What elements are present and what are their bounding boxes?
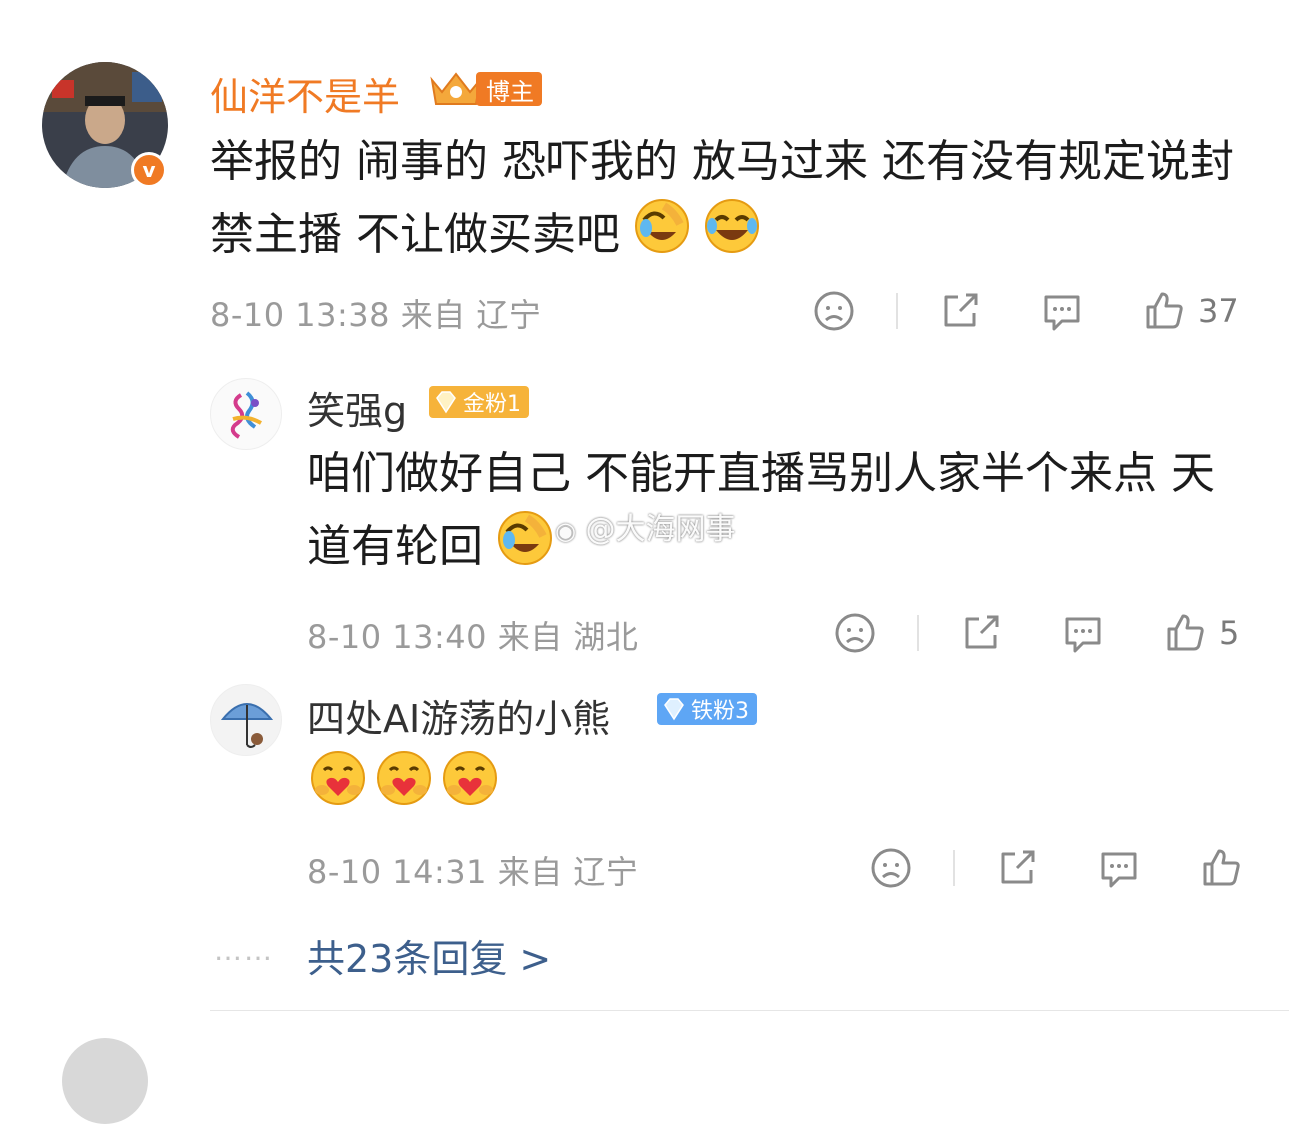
laugh-cry-emoji — [634, 198, 690, 276]
reply-meta: 8-10 14:31 来自 辽宁 — [307, 853, 639, 891]
divider-line — [210, 1010, 1289, 1011]
divider — [953, 850, 955, 886]
reply-avatar[interactable] — [210, 684, 282, 756]
verified-badge: v — [131, 152, 167, 188]
sad-face-icon — [835, 613, 875, 653]
author-badge-label: 博主 — [476, 72, 542, 106]
gold-diamond-icon — [436, 391, 456, 414]
iron-diamond-icon — [664, 698, 684, 721]
weibo-logo-icon: ◉ — [555, 517, 576, 545]
fan-badge: 金粉1 — [429, 386, 529, 418]
sad-face-icon — [814, 291, 854, 331]
hug-emoji — [442, 750, 498, 810]
laugh-cry-emoji — [497, 510, 553, 588]
reply-author-name[interactable]: 四处AI游荡的小熊 — [307, 688, 610, 743]
sad-face-icon — [871, 848, 911, 888]
next-avatar[interactable] — [62, 1038, 148, 1124]
reply-text: 咱们做好自己 不能开直播骂别人家半个来点 天道有轮回 — [307, 438, 1257, 588]
author-badge: 博主 — [428, 70, 542, 108]
like-button[interactable] — [1163, 611, 1207, 655]
reply-avatar[interactable] — [210, 378, 282, 450]
hug-emoji — [376, 750, 432, 810]
divider — [917, 615, 919, 651]
laugh-cry-emoji — [704, 198, 760, 276]
share-button[interactable] — [995, 846, 1039, 890]
share-button[interactable] — [938, 289, 982, 333]
reply-button[interactable] — [1040, 289, 1084, 333]
more-dots: …… — [214, 934, 274, 967]
dislike-button[interactable] — [833, 611, 877, 655]
author-name[interactable]: 仙洋不是羊 — [210, 66, 400, 121]
share-icon — [944, 293, 978, 327]
share-icon — [965, 615, 999, 649]
like-count: 5 — [1219, 614, 1240, 652]
divider — [896, 293, 898, 329]
comment-actions: 37 — [812, 287, 1239, 335]
comment-text: 举报的 闹事的 恐吓我的 放马过来 还有没有规定说封禁主播 不让做买卖吧 — [210, 126, 1240, 276]
like-icon — [1167, 614, 1204, 651]
like-button[interactable] — [1142, 289, 1186, 333]
reply-button[interactable] — [1097, 846, 1141, 890]
comment-meta: 8-10 13:38 来自 辽宁 — [210, 296, 542, 334]
reply-author-name[interactable]: 笑强g — [307, 380, 407, 435]
watermark: ◉ @大海网事 — [555, 512, 736, 547]
like-button[interactable] — [1199, 846, 1243, 890]
like-count: 37 — [1198, 292, 1239, 330]
like-icon — [1146, 292, 1183, 329]
share-icon — [1001, 850, 1035, 884]
reply-emoji-row — [310, 750, 498, 810]
comment-icon — [1065, 617, 1101, 653]
reply-button[interactable] — [1061, 611, 1105, 655]
more-replies-link[interactable]: 共23条回复 > — [307, 928, 551, 983]
reply-meta: 8-10 13:40 来自 湖北 — [307, 618, 639, 656]
fan-badge: 铁粉3 — [657, 693, 757, 725]
hug-emoji — [310, 750, 366, 810]
dislike-button[interactable] — [869, 846, 913, 890]
reply-actions: 5 — [833, 609, 1239, 657]
dislike-button[interactable] — [812, 289, 856, 333]
share-button[interactable] — [959, 611, 1003, 655]
reply-actions — [869, 844, 1243, 892]
like-icon — [1203, 849, 1240, 886]
comment-icon — [1101, 852, 1137, 888]
comment-icon — [1044, 295, 1080, 331]
